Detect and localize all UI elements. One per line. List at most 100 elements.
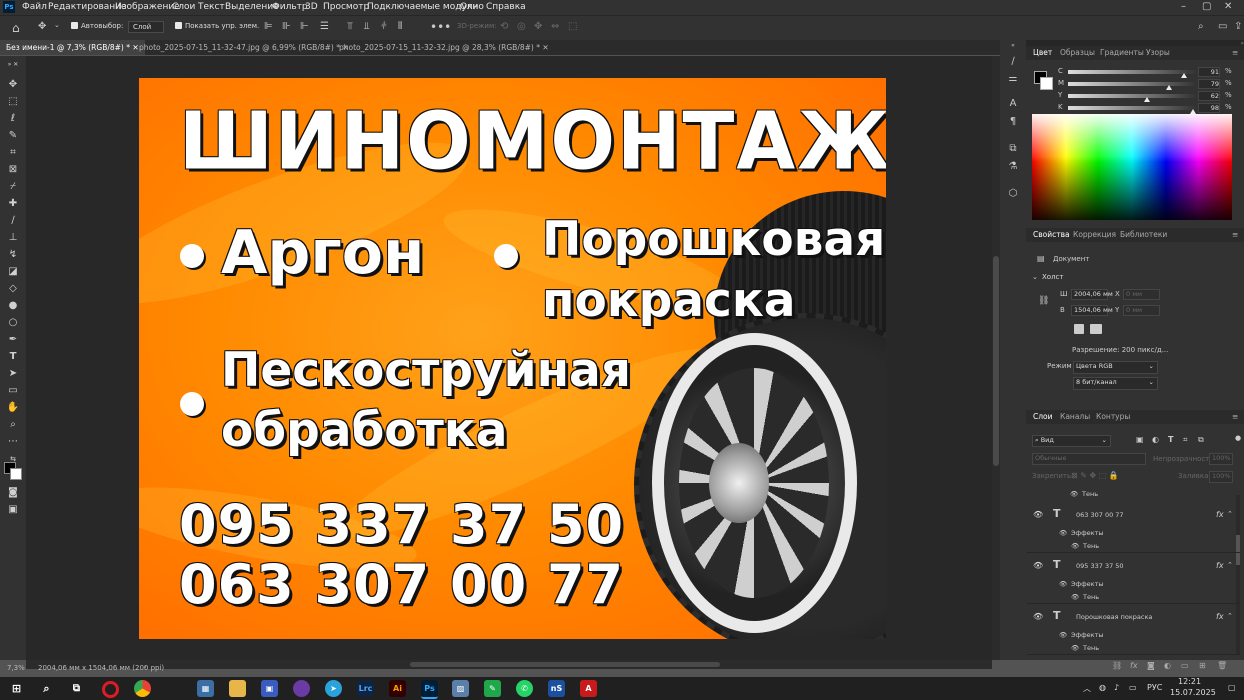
filter-pixel-icon[interactable]: ▣ <box>1136 435 1144 444</box>
eyedropper-tool-icon[interactable]: ⌿ <box>6 180 20 194</box>
new-adjustment-icon[interactable]: ◐ <box>1164 661 1171 670</box>
acrobat-icon[interactable]: A <box>580 680 597 697</box>
frame-tool-icon[interactable]: ⊠ <box>6 163 20 177</box>
fx-icon[interactable]: fx <box>1130 661 1138 670</box>
color-slider-m[interactable] <box>1068 82 1196 90</box>
chevron-up-icon[interactable]: ⌃ <box>1227 561 1233 569</box>
chevron-up-icon[interactable]: ⌃ <box>1227 612 1233 620</box>
layer-effect-shadow[interactable]: Тень <box>1082 490 1098 498</box>
layer-name[interactable]: 095 337 37 50 <box>1076 562 1124 570</box>
whatsapp-icon[interactable]: ✆ <box>516 680 533 697</box>
height-field[interactable]: 1504,06 мм <box>1071 305 1113 316</box>
tab-document-3[interactable]: photo_2025-07-15_11-32-32.jpg @ 28,3% (R… <box>333 40 555 55</box>
slider-value-m[interactable]: 79 <box>1198 79 1220 89</box>
layer-effect-shadow[interactable]: Тень <box>1083 644 1099 652</box>
windows-icon[interactable]: ⊞ <box>8 680 25 697</box>
type-tool-icon[interactable]: T <box>6 350 20 364</box>
app-icon[interactable] <box>293 680 310 697</box>
brush-tool-icon[interactable]: ∕ <box>6 214 20 228</box>
lightroom-icon[interactable]: Lrc <box>357 680 374 697</box>
share-icon[interactable]: ⇪ <box>1234 21 1242 32</box>
distribute-h-icon[interactable]: ⫴ <box>398 21 402 32</box>
shadow-effect-icon[interactable]: 👁 <box>1070 490 1078 498</box>
save-icon[interactable]: ▣ <box>261 680 278 697</box>
color-mode-dropdown[interactable]: Цвета RGB ⌄ <box>1073 361 1158 374</box>
history-icon[interactable]: ⧉ <box>1007 143 1019 155</box>
actions-icon[interactable]: ⚗ <box>1007 161 1019 173</box>
add-mask-icon[interactable]: ◙ <box>1147 661 1155 670</box>
tab-properties[interactable]: Свойства <box>1033 230 1070 239</box>
stamp-tool-icon[interactable]: ⊥ <box>6 231 20 245</box>
filter-type-icon[interactable]: T <box>1168 435 1173 444</box>
move-tool-icon[interactable]: ✥ <box>6 78 20 92</box>
new-layer-icon[interactable]: ⊞ <box>1199 661 1206 670</box>
workspace-icon[interactable]: ▭ <box>1218 21 1227 32</box>
zoom-tool-icon[interactable]: ⌕ <box>6 418 20 432</box>
home-icon[interactable]: ⌂ <box>12 21 20 35</box>
lasso-tool-icon[interactable]: ℓ <box>6 112 20 126</box>
layer-row[interactable]: 👁 T 063 307 00 77 fx ⌃ 👁 Эффекты 👁 Тень <box>1027 502 1240 553</box>
bucket-tool-icon[interactable]: ◇ <box>6 282 20 296</box>
layer-row[interactable]: 👁 T Порошковая покраска fx ⌃ 👁 Эффекты 👁 Тень <box>1027 604 1240 655</box>
zoom-level[interactable]: 7,3% <box>7 664 25 672</box>
slider-handle[interactable] <box>1166 85 1173 90</box>
align-left-icon[interactable]: ⊫ <box>264 21 273 32</box>
color-slider-y[interactable] <box>1068 94 1196 102</box>
search-icon[interactable]: ⌕ <box>38 680 55 697</box>
fx-icon[interactable]: fx <box>1216 612 1224 621</box>
filter-shape-icon[interactable]: ⌗ <box>1183 435 1188 445</box>
layer-filter-dropdown[interactable]: ⌕ Вид ⌄ <box>1032 435 1111 447</box>
language-indicator[interactable]: РУС <box>1147 683 1162 692</box>
collapse-icon[interactable]: » ✕ <box>3 58 23 72</box>
effects-eye-icon[interactable]: 👁 <box>1059 529 1067 537</box>
quick-select-tool-icon[interactable]: ✎ <box>6 129 20 143</box>
scroll-thumb[interactable] <box>410 662 720 667</box>
align-right-icon[interactable]: ⊩ <box>300 21 309 32</box>
layer-effects-label[interactable]: Эффекты <box>1071 631 1104 639</box>
layer-effects-label[interactable]: Эффекты <box>1071 580 1104 588</box>
show-controls-checkbox[interactable]: Показать упр. элем. <box>175 22 259 30</box>
photoshop-icon[interactable]: Ps <box>421 680 438 699</box>
slider-handle[interactable] <box>1144 97 1151 102</box>
more-tools-icon[interactable]: ⋯ <box>6 435 20 449</box>
telegram-icon[interactable]: ➤ <box>325 680 342 697</box>
menu-view[interactable]: Просмотр <box>323 2 369 12</box>
chevron-down-icon[interactable]: ⌄ <box>1032 273 1038 281</box>
eraser-tool-icon[interactable]: ◪ <box>6 265 20 279</box>
slider-value-c[interactable]: 91 <box>1198 67 1220 77</box>
bit-depth-dropdown[interactable]: 8 бит/канал ⌄ <box>1073 377 1158 390</box>
link-layers-icon[interactable]: ⛓ <box>1112 661 1122 670</box>
path-select-tool-icon[interactable]: ➤ <box>6 367 20 381</box>
close-icon[interactable]: ✕ <box>1224 1 1232 12</box>
menu-layers[interactable]: Слои <box>172 2 195 12</box>
color-slider-k[interactable] <box>1068 106 1197 114</box>
chevron-up-icon[interactable]: ⌃ <box>1227 510 1233 518</box>
minimize-icon[interactable]: – <box>1181 1 1186 12</box>
chrome-icon[interactable] <box>134 680 151 697</box>
fx-icon[interactable]: fx <box>1216 561 1224 570</box>
shadow-eye-icon[interactable]: 👁 <box>1071 593 1079 601</box>
orientation-portrait-icon[interactable] <box>1074 324 1084 334</box>
chevron-down-icon[interactable]: ⌄ <box>54 21 60 29</box>
app-green-icon[interactable]: ✎ <box>484 680 501 697</box>
filter-adjustment-icon[interactable]: ◐ <box>1152 435 1159 444</box>
slider-handle[interactable] <box>1181 73 1188 78</box>
network-icon[interactable]: ◍ <box>1099 683 1106 692</box>
healing-tool-icon[interactable]: ✚ <box>6 197 20 211</box>
menu-filter[interactable]: Фильтр <box>272 2 308 12</box>
hand-tool-icon[interactable]: ✋ <box>6 401 20 415</box>
link-icon[interactable]: ⛓ <box>1038 296 1049 306</box>
tab-layers[interactable]: Слои <box>1033 412 1053 421</box>
menu-3d[interactable]: 3D <box>305 2 318 12</box>
illustrator-icon[interactable]: Ai <box>389 680 406 697</box>
document-canvas[interactable]: ШИНОМОНТАЖ Аргон Порошковая покраска Пес… <box>139 78 886 639</box>
menu-type[interactable]: Текст <box>198 2 225 12</box>
slider-value-k[interactable]: 98 <box>1198 103 1220 113</box>
autoselect-dropdown[interactable]: Слой <box>128 21 165 33</box>
panel-menu-icon[interactable]: ≡ <box>1232 48 1238 57</box>
tab-color[interactable]: Цвет <box>1033 48 1052 57</box>
history-brush-tool-icon[interactable]: ↯ <box>6 248 20 262</box>
tab-adjustments[interactable]: Коррекция <box>1073 230 1116 239</box>
battery-icon[interactable]: ▭ <box>1129 683 1137 692</box>
filter-toggle-icon[interactable]: ● <box>1235 434 1241 442</box>
